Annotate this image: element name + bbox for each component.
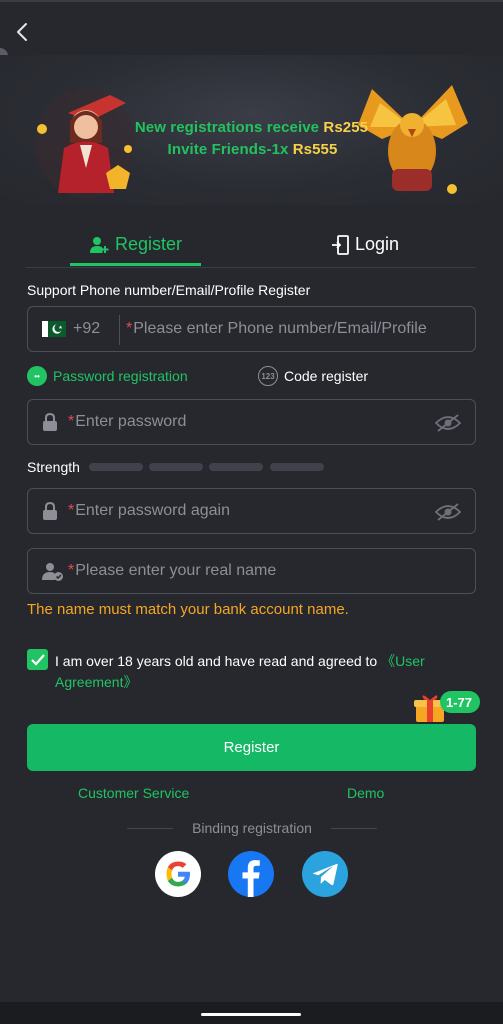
tabs-divider	[26, 267, 476, 268]
status-strip	[0, 0, 503, 2]
code-register-label: Code register	[284, 368, 369, 384]
account-placeholder-text: Please enter Phone number/Email/Profile	[133, 320, 427, 337]
code-register-option[interactable]: 123 Code register	[258, 366, 368, 386]
password-again-placeholder-text: Enter password again	[75, 502, 230, 519]
account-placeholder: *Please enter Phone number/Email/Profile	[126, 320, 427, 337]
login-door-icon	[331, 234, 349, 255]
active-tab-indicator	[70, 263, 201, 266]
country-code[interactable]: +92	[73, 320, 100, 338]
promo-banner: New registrations receive Rs255 Invite F…	[0, 55, 503, 205]
password-again-input[interactable]: *Enter password again	[27, 488, 476, 534]
password-again-placeholder: *Enter password again	[68, 502, 230, 519]
telegram-icon	[311, 863, 338, 886]
telegram-login-button[interactable]	[302, 851, 348, 897]
facebook-login-button[interactable]	[228, 851, 274, 897]
field-separator	[119, 315, 120, 345]
register-button[interactable]: Register	[27, 724, 476, 771]
checkmark-icon	[30, 653, 45, 666]
name-match-warning: The name must match your bank account na…	[27, 601, 349, 618]
customer-service-link[interactable]: Customer Service	[78, 785, 189, 801]
password-input[interactable]: *Enter password	[27, 399, 476, 445]
eye-hidden-icon[interactable]	[435, 414, 461, 432]
google-icon	[166, 861, 190, 887]
promo-invite-label: Invite Friends-1x	[167, 141, 289, 158]
promo-invite-amount: Rs555	[292, 141, 338, 158]
google-login-button[interactable]	[155, 851, 201, 897]
tab-login-label: Login	[354, 234, 400, 254]
agreement-statement: I am over 18 years old and have read and…	[55, 653, 382, 669]
home-indicator[interactable]	[201, 1013, 301, 1016]
promo-badge[interactable]: 1-77	[440, 691, 481, 713]
binding-divider: Binding registration	[127, 820, 377, 838]
divider-line-right	[331, 828, 377, 829]
eye-hidden-icon[interactable]	[435, 503, 461, 521]
account-field-label: Support Phone number/Email/Profile Regis…	[27, 282, 311, 298]
add-user-icon	[89, 236, 109, 253]
strength-segment-4	[270, 463, 324, 471]
agreement-text: I am over 18 years old and have read and…	[55, 651, 475, 693]
tab-register-label: Register	[114, 234, 183, 254]
strength-segment-2	[149, 463, 203, 471]
code-123-icon: 123	[258, 366, 278, 386]
back-arrow-icon[interactable]	[12, 20, 32, 44]
strength-label: Strength	[27, 459, 80, 475]
password-placeholder-text: Enter password	[75, 413, 187, 430]
password-registration-label: Password registration	[53, 368, 188, 384]
pilot-character-icon	[35, 88, 135, 198]
strength-segment-1	[89, 463, 143, 471]
promo-registration-amount: Rs255	[323, 119, 369, 136]
promo-invite-text: Invite Friends-1x Rs555	[0, 141, 503, 158]
demo-link[interactable]: Demo	[347, 785, 384, 801]
lock-icon	[43, 413, 57, 431]
golden-eagle-icon	[358, 85, 468, 194]
promo-registration-label: New registrations receive	[134, 119, 320, 136]
tab-login[interactable]: Login	[300, 222, 430, 267]
password-registration-option[interactable]: •• Password registration	[27, 366, 188, 386]
tab-register[interactable]: Register	[70, 222, 201, 267]
strength-segment-3	[209, 463, 263, 471]
auth-tabs: Register Login	[0, 222, 503, 268]
real-name-input[interactable]: *Please enter your real name	[27, 548, 476, 594]
real-name-placeholder: *Please enter your real name	[68, 562, 277, 579]
password-dots-icon: ••	[27, 366, 47, 386]
facebook-icon	[242, 860, 260, 897]
password-placeholder: *Enter password	[68, 413, 187, 430]
pakistan-flag-icon[interactable]	[42, 321, 66, 337]
lock-icon	[43, 502, 57, 520]
verified-user-icon	[42, 563, 63, 581]
agreement-checkbox[interactable]	[27, 649, 48, 670]
real-name-placeholder-text: Please enter your real name	[75, 562, 277, 579]
account-input[interactable]: +92 *Please enter Phone number/Email/Pro…	[27, 306, 476, 352]
promo-registration-text: New registrations receive Rs255	[0, 119, 503, 136]
